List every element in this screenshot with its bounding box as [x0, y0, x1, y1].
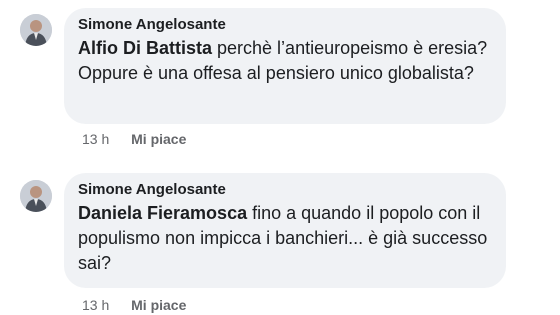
avatar[interactable] [20, 14, 52, 46]
comment-bubble: Simone Angelosante Daniela Fieramosca fi… [64, 173, 506, 288]
comment-bubble: Simone Angelosante Alfio Di Battista per… [64, 8, 506, 124]
mention-link[interactable]: Alfio Di Battista [78, 38, 212, 58]
profile-photo-icon [20, 180, 52, 212]
comment-timestamp[interactable]: 13 h [82, 297, 109, 313]
comment-text: Daniela Fieramosca fino a quando il popo… [78, 201, 492, 276]
comment-author[interactable]: Simone Angelosante [78, 16, 492, 34]
mention-link[interactable]: Daniela Fieramosca [78, 203, 247, 223]
comment-author[interactable]: Simone Angelosante [78, 181, 492, 199]
comment-meta: 13 h Mi piace [82, 296, 186, 314]
comment-timestamp[interactable]: 13 h [82, 131, 109, 147]
like-button[interactable]: Mi piace [131, 131, 186, 147]
profile-photo-icon [20, 14, 52, 46]
comment-text: Alfio Di Battista perchè l’antieuropeism… [78, 36, 492, 86]
avatar[interactable] [20, 180, 52, 212]
comment-meta: 13 h Mi piace [82, 130, 186, 148]
like-button[interactable]: Mi piace [131, 297, 186, 313]
